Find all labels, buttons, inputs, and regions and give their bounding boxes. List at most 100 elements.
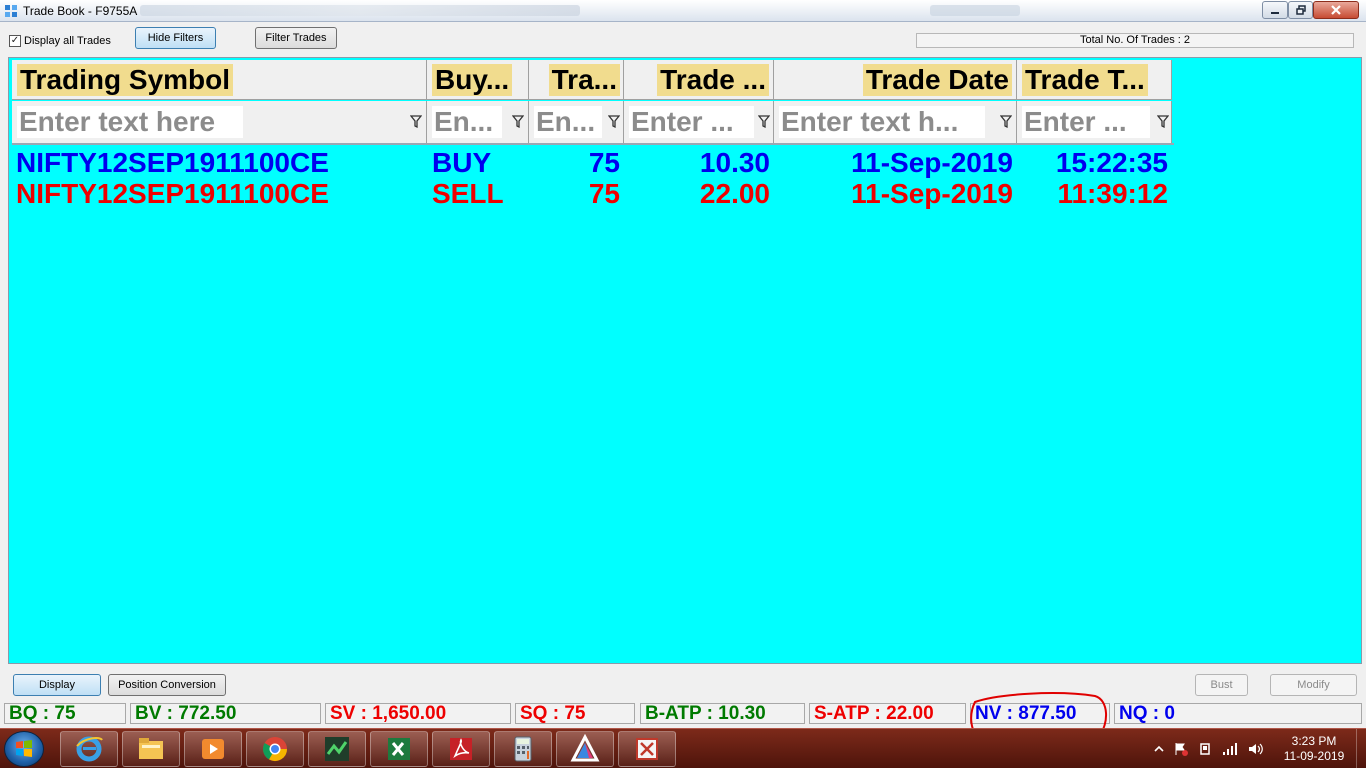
column-header-trading-symbol[interactable]: Trading Symbol bbox=[12, 60, 427, 100]
system-tray bbox=[1148, 731, 1268, 767]
acrobat-icon bbox=[450, 738, 472, 760]
cell-trade-date: 11-Sep-2019 bbox=[851, 148, 1013, 178]
minimize-button[interactable] bbox=[1262, 1, 1288, 19]
blurred-title-detail bbox=[140, 5, 580, 16]
taskbar-file-explorer[interactable] bbox=[122, 731, 180, 767]
clock-date: 11-09-2019 bbox=[1283, 749, 1345, 763]
bust-button[interactable]: Bust bbox=[1195, 674, 1248, 696]
cell-trade-time: 11:39:12 bbox=[1057, 179, 1168, 209]
column-header-buy-sell[interactable]: Buy... bbox=[427, 60, 529, 100]
show-desktop-button[interactable] bbox=[1356, 729, 1366, 768]
status-bq: BQ : 75 bbox=[4, 703, 126, 724]
table-row[interactable]: NIFTY12SEP1911100CE BUY 75 10.30 11-Sep-… bbox=[12, 148, 1172, 178]
column-header-trade-time[interactable]: Trade T... bbox=[1017, 60, 1172, 100]
column-header-trade-price[interactable]: Trade ... bbox=[624, 60, 774, 100]
filter-input-trading-symbol[interactable]: Enter text here bbox=[17, 106, 243, 138]
filter-icon[interactable] bbox=[512, 115, 524, 129]
grid-header-row: Trading Symbol Buy... Tra... Trade ... T… bbox=[12, 60, 1172, 100]
taskbar-snipping-tool[interactable] bbox=[618, 731, 676, 767]
filter-trades-button[interactable]: Filter Trades bbox=[255, 27, 337, 49]
cell-buy-sell: SELL bbox=[432, 179, 504, 209]
status-s-atp: S-ATP : 22.00 bbox=[809, 703, 966, 724]
cell-trade-qty: 75 bbox=[588, 148, 620, 178]
taskbar-calculator[interactable] bbox=[494, 731, 552, 767]
volume-icon[interactable] bbox=[1248, 742, 1264, 756]
filter-icon[interactable] bbox=[1157, 115, 1169, 129]
display-all-trades-label: Display all Trades bbox=[24, 35, 111, 47]
action-center-flag-icon[interactable] bbox=[1174, 742, 1188, 756]
restore-icon bbox=[1295, 5, 1306, 15]
filter-cell: En... bbox=[427, 101, 529, 143]
cell-trade-price: 22.00 bbox=[699, 179, 770, 209]
taskbar-chrome[interactable] bbox=[246, 731, 304, 767]
column-header-label: Trading Symbol bbox=[17, 64, 234, 96]
taskbar-trading-app[interactable] bbox=[308, 731, 366, 767]
filter-cell: En... bbox=[529, 101, 624, 143]
filter-icon[interactable] bbox=[608, 115, 620, 129]
filter-icon[interactable] bbox=[410, 115, 422, 129]
cell-trade-time: 15:22:35 bbox=[1055, 148, 1168, 178]
taskbar-internet-explorer[interactable] bbox=[60, 731, 118, 767]
status-b-atp: B-ATP : 10.30 bbox=[640, 703, 805, 724]
grid-filter-row: Enter text here En... En... Enter ... En… bbox=[12, 101, 1172, 143]
excel-icon bbox=[388, 738, 410, 760]
filter-icon[interactable] bbox=[758, 115, 770, 129]
taskbar-clock[interactable]: 3:23 PM 11-09-2019 bbox=[1274, 734, 1354, 764]
start-button[interactable] bbox=[4, 731, 44, 767]
tray-expand-icon[interactable] bbox=[1154, 744, 1164, 754]
column-header-label: Trade ... bbox=[657, 64, 769, 96]
status-bv: BV : 772.50 bbox=[130, 703, 321, 724]
minimize-icon bbox=[1271, 12, 1279, 14]
display-button[interactable]: Display bbox=[13, 674, 101, 696]
window-title: Trade Book - F9755A bbox=[23, 4, 138, 18]
trade-grid[interactable]: Trading Symbol Buy... Tra... Trade ... T… bbox=[8, 57, 1362, 664]
chrome-icon bbox=[262, 737, 287, 762]
position-conversion-button[interactable]: Position Conversion bbox=[108, 674, 226, 696]
hide-filters-button[interactable]: Hide Filters bbox=[135, 27, 216, 49]
blurred-title-detail bbox=[930, 5, 1020, 16]
display-all-trades-checkbox[interactable]: ✓ Display all Trades bbox=[9, 35, 111, 47]
taskbar-excel[interactable] bbox=[370, 731, 428, 767]
toolbar: ✓ Display all Trades Hide Filters Filter… bbox=[0, 23, 1366, 55]
windows-logo-icon bbox=[16, 740, 32, 757]
checkbox-box[interactable]: ✓ bbox=[9, 35, 21, 47]
app-icon bbox=[5, 5, 17, 17]
filter-input-buy-sell[interactable]: En... bbox=[432, 106, 502, 138]
title-bar: Trade Book - F9755A bbox=[0, 0, 1366, 22]
cell-trading-symbol: NIFTY12SEP1911100CE bbox=[16, 148, 329, 178]
close-icon bbox=[1331, 5, 1341, 15]
filter-icon[interactable] bbox=[1000, 115, 1012, 129]
filter-cell: Enter text h... bbox=[774, 101, 1017, 143]
taskbar-acrobat[interactable] bbox=[432, 731, 490, 767]
filter-cell: Enter ... bbox=[624, 101, 774, 143]
table-row[interactable]: NIFTY12SEP1911100CE SELL 75 22.00 11-Sep… bbox=[12, 179, 1172, 209]
close-button[interactable] bbox=[1313, 1, 1359, 19]
filter-input-trade-price[interactable]: Enter ... bbox=[629, 106, 754, 138]
column-header-label: Trade Date bbox=[862, 64, 1012, 96]
device-icon[interactable] bbox=[1198, 742, 1212, 756]
total-trades-count: Total No. Of Trades : 2 bbox=[916, 33, 1354, 48]
file-explorer-icon bbox=[139, 738, 163, 759]
clock-time: 3:23 PM bbox=[1291, 734, 1337, 748]
network-signal-icon[interactable] bbox=[1222, 742, 1238, 756]
taskbar-media-player[interactable] bbox=[184, 731, 242, 767]
taskbar-prism-app[interactable] bbox=[556, 731, 614, 767]
modify-button[interactable]: Modify bbox=[1270, 674, 1357, 696]
column-header-label: Buy... bbox=[432, 64, 513, 96]
column-header-trade-qty[interactable]: Tra... bbox=[529, 60, 624, 100]
filter-input-trade-qty[interactable]: En... bbox=[534, 106, 602, 138]
header-divider bbox=[12, 143, 1174, 145]
prism-app-icon bbox=[570, 734, 600, 762]
column-header-label: Trade T... bbox=[1022, 64, 1148, 96]
cell-trade-date: 11-Sep-2019 bbox=[851, 179, 1013, 209]
filter-input-trade-time[interactable]: Enter ... bbox=[1022, 106, 1150, 138]
calculator-icon bbox=[514, 736, 532, 762]
cell-trading-symbol: NIFTY12SEP1911100CE bbox=[16, 179, 329, 209]
trading-app-icon bbox=[325, 737, 349, 761]
status-sv: SV : 1,650.00 bbox=[325, 703, 511, 724]
column-header-trade-date[interactable]: Trade Date bbox=[774, 60, 1017, 100]
internet-explorer-icon bbox=[76, 736, 103, 762]
status-sq: SQ : 75 bbox=[515, 703, 635, 724]
filter-input-trade-date[interactable]: Enter text h... bbox=[779, 106, 985, 138]
maximize-button[interactable] bbox=[1288, 1, 1313, 19]
